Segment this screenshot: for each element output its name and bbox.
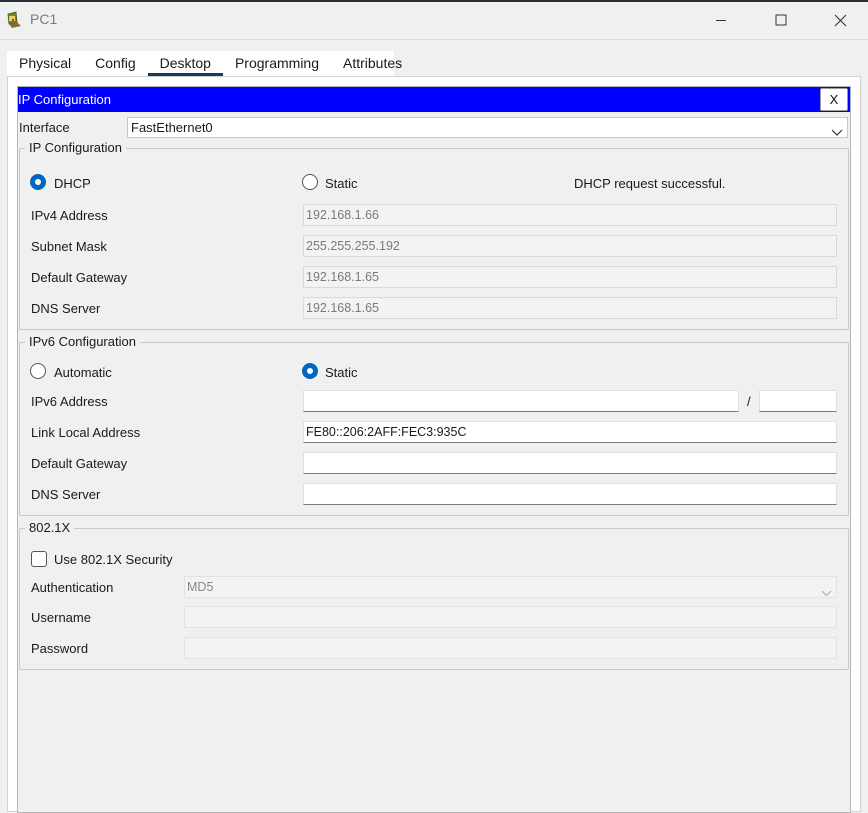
interface-label: Interface [19,120,70,135]
subnet-mask-label: Subnet Mask [31,239,107,254]
chevron-down-icon [821,583,832,597]
close-panel-button[interactable]: X [820,88,848,111]
panel-header-title: IP Configuration [18,92,111,107]
panel-header: IP Configuration X [18,87,850,112]
static-ipv4-label: Static [325,176,358,191]
window-titlebar: PC1 [0,0,868,40]
dhcp-status-text: DHCP request successful. [574,176,726,191]
dot1x-group-title: 802.1X [25,520,75,535]
chevron-down-icon [831,123,843,143]
tab-config[interactable]: Config [83,51,147,76]
ipv6-address-field[interactable] [303,390,739,412]
ipv4-address-field[interactable]: 192.168.1.66 [303,204,837,226]
automatic-ipv6-radio[interactable] [30,363,46,379]
minimize-icon [715,14,727,26]
automatic-ipv6-label: Automatic [54,365,112,380]
desktop-content: IP Configuration X Interface FastEtherne… [7,76,861,813]
minimize-button[interactable] [698,4,744,36]
ipv6-address-label: IPv6 Address [31,394,108,409]
maximize-button[interactable] [758,4,804,36]
window-top-border [0,0,868,2]
link-local-label: Link Local Address [31,425,141,440]
dhcp-label: DHCP [54,176,91,191]
ipv4-group-title: IP Configuration [25,140,126,155]
authentication-label: Authentication [31,580,114,595]
interface-select[interactable]: FastEthernet0 [127,117,848,138]
password-field[interactable] [184,637,837,659]
static-ipv6-radio[interactable] [302,363,318,379]
tab-attributes[interactable]: Attributes [331,51,414,76]
dot1x-group: 802.1X Use 802.1X Security Authenticatio… [19,520,849,670]
username-label: Username [31,610,91,625]
use-dot1x-checkbox[interactable] [31,551,47,567]
static-ipv6-label: Static [325,365,358,380]
ipv6-gateway-field[interactable] [303,452,837,474]
prefix-separator: / [747,394,751,409]
close-window-button[interactable] [817,4,863,36]
tab-physical[interactable]: Physical [7,51,83,76]
ipv4-dns-field[interactable]: 192.168.1.65 [303,297,837,319]
ipv4-dns-label: DNS Server [31,301,101,316]
use-dot1x-label: Use 802.1X Security [54,552,173,567]
authentication-select[interactable]: MD5 [184,576,837,598]
tab-desktop[interactable]: Desktop [147,51,224,76]
ipv6-dns-field[interactable] [303,483,837,505]
ipv6-gateway-label: Default Gateway [31,456,128,471]
ipv4-address-label: IPv4 Address [31,208,108,223]
ip-configuration-panel: IP Configuration X Interface FastEtherne… [17,86,851,813]
dhcp-radio[interactable] [30,174,46,190]
maximize-icon [775,14,787,26]
subnet-mask-field[interactable]: 255.255.255.192 [303,235,837,257]
ipv6-prefix-field[interactable] [759,390,837,412]
ipv4-config-group: IP Configuration DHCP Static DHCP reques… [19,140,849,330]
static-ipv4-radio[interactable] [302,174,318,190]
username-field[interactable] [184,606,837,628]
authentication-select-value: MD5 [187,580,214,594]
password-label: Password [31,641,89,656]
tab-programming[interactable]: Programming [223,51,331,76]
ipv6-group-title: IPv6 Configuration [25,334,140,349]
ipv4-gateway-label: Default Gateway [31,270,128,285]
pc-app-icon [6,11,24,29]
interface-select-value: FastEthernet0 [131,120,213,135]
close-icon [834,14,847,27]
ipv4-gateway-field[interactable]: 192.168.1.65 [303,266,837,288]
tab-bar: Physical Config Desktop Programming Attr… [7,51,402,76]
window-title: PC1 [30,11,58,27]
ipv6-config-group: IPv6 Configuration Automatic Static IPv6… [19,334,849,516]
link-local-field[interactable]: FE80::206:2AFF:FEC3:935C [303,421,837,443]
ipv6-dns-label: DNS Server [31,487,101,502]
